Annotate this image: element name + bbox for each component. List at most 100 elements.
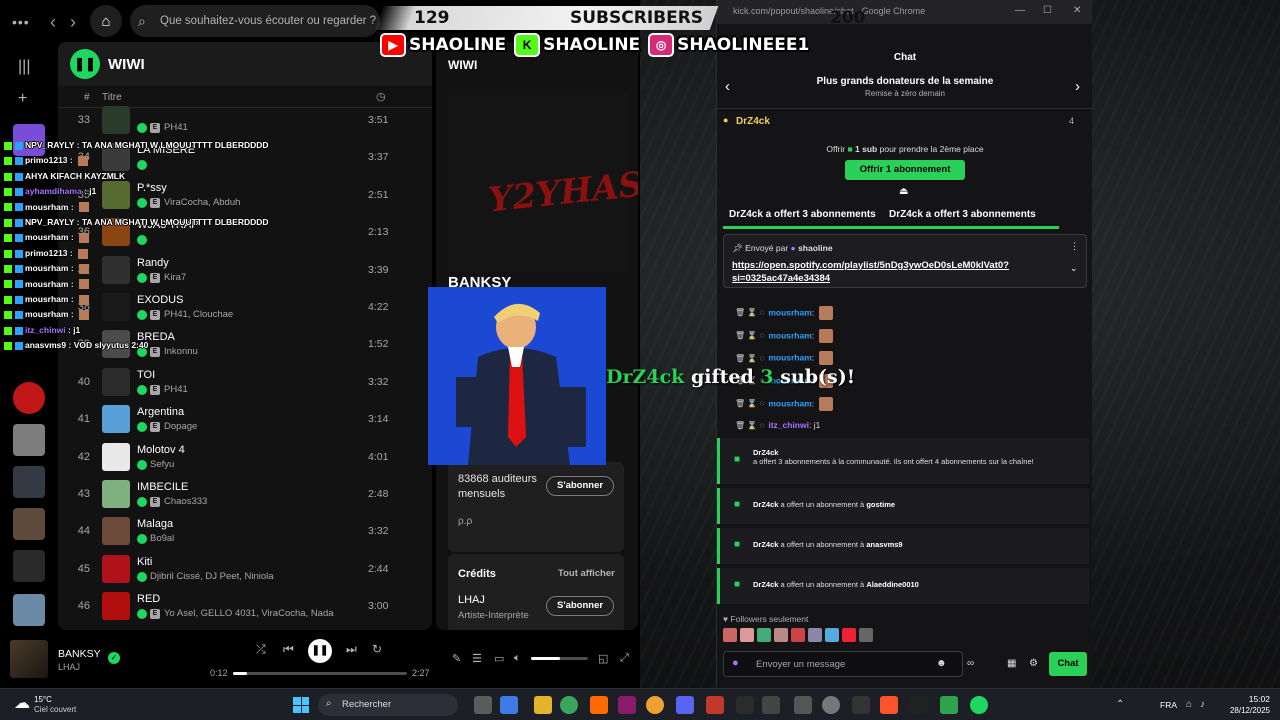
spotify-icon[interactable] xyxy=(970,696,988,714)
track-title[interactable]: Malaga xyxy=(137,518,173,530)
gift-sub-button[interactable]: Offrir 1 abonnement xyxy=(845,160,965,180)
track-title[interactable]: TOI xyxy=(137,369,155,381)
app-icon[interactable] xyxy=(940,696,958,714)
follow-artist-button[interactable]: S'abonner xyxy=(546,476,615,496)
pinned-user[interactable]: shaoline xyxy=(798,243,832,253)
track-artist[interactable]: Djibril Cissé, DJ Peet, Niniola xyxy=(150,571,274,582)
add-icon[interactable]: + xyxy=(18,90,27,108)
moderation-icons[interactable]: 🗑︎ ⌛ ◌ xyxy=(735,354,764,363)
brave-icon[interactable] xyxy=(880,696,898,714)
library-item[interactable] xyxy=(13,424,45,456)
pinned-link[interactable]: https://open.spotify.com/playlist/5nDg3y… xyxy=(732,259,1032,285)
track-title[interactable]: Molotov 4 xyxy=(137,444,185,456)
track-artist[interactable]: PH41 xyxy=(164,384,188,395)
emoji-icon[interactable]: ☻ xyxy=(936,658,947,669)
lyrics-icon[interactable]: ✎ xyxy=(452,652,461,665)
library-item[interactable] xyxy=(13,594,45,626)
taskbar-search[interactable]: ⌕ Rechercher xyxy=(318,694,458,716)
follow-credit-button[interactable]: S'abonner xyxy=(546,596,615,616)
volume-icon[interactable]: 🔈︎ xyxy=(514,652,521,665)
track-title[interactable]: IMBECILE xyxy=(137,481,188,493)
chrome-icon[interactable] xyxy=(560,696,578,714)
track-title[interactable]: EXODUS xyxy=(137,294,183,306)
emote[interactable] xyxy=(791,628,805,642)
minimize-icon[interactable]: — xyxy=(1015,5,1025,16)
app-icon[interactable] xyxy=(618,696,636,714)
track-row[interactable]: 42 Molotov 4 Sefyu 4:01 xyxy=(58,439,432,476)
moderation-icons[interactable]: 🗑︎ ⌛ ◌ xyxy=(735,399,764,408)
track-title[interactable]: Argentina xyxy=(137,406,184,418)
expand-icon[interactable]: ⌄ xyxy=(1070,263,1078,274)
track-row[interactable]: 33 E PH41 3:51 xyxy=(58,102,432,139)
track-title[interactable]: RED xyxy=(137,593,160,605)
track-row[interactable]: 46 RED E Yo Asel, GELLO 4031, ViraCocha, Na… xyxy=(58,588,432,625)
weather-icon[interactable]: ☁ xyxy=(14,693,30,713)
copilot-icon[interactable] xyxy=(500,696,518,714)
track-artist[interactable]: Kira7 xyxy=(164,272,186,283)
gift-user[interactable]: DrZ4ck xyxy=(753,448,778,457)
now-playing-art[interactable] xyxy=(10,640,48,678)
more-icon[interactable]: ⋮ xyxy=(1070,241,1079,252)
app-icon[interactable] xyxy=(794,696,812,714)
search-input[interactable]: ⌕ Que souhaitez-vous écouter ou regarder… xyxy=(130,5,380,37)
emote[interactable] xyxy=(723,628,737,642)
chat-username[interactable]: mousrham xyxy=(768,353,811,363)
library-item[interactable] xyxy=(13,508,45,540)
emote[interactable] xyxy=(774,628,788,642)
clock-time[interactable]: 15:02 xyxy=(1218,694,1270,704)
progress-bar[interactable] xyxy=(233,672,407,675)
volume-slider[interactable] xyxy=(531,657,588,660)
show-all-link[interactable]: Tout afficher xyxy=(558,568,615,579)
track-row[interactable]: 41 Argentina E Dopage 3:14 xyxy=(58,401,432,438)
track-row[interactable]: 44 Malaga Bo9al 3:32 xyxy=(58,513,432,550)
track-title[interactable]: Randy xyxy=(137,257,169,269)
gift-user[interactable]: DrZ4ck xyxy=(753,500,778,509)
track-row[interactable]: 38 EXODUS E PH41, Clouchae 4:22 xyxy=(58,289,432,326)
fullscreen-icon[interactable]: ⤢ xyxy=(620,652,629,665)
menu-dots-icon[interactable]: ••• xyxy=(12,14,30,30)
track-artist[interactable]: Sefyu xyxy=(150,459,174,470)
moderation-icons[interactable]: 🗑︎ ⌛ ◌ xyxy=(735,308,764,317)
emote[interactable] xyxy=(842,628,856,642)
track-artist[interactable]: PH41 xyxy=(164,122,188,133)
devices-icon[interactable]: ▭ xyxy=(494,652,504,665)
track-row[interactable]: 40 TOI E PH41 3:32 xyxy=(58,364,432,401)
track-row[interactable]: 37RandyEKira73:39 xyxy=(58,252,432,289)
network-icon[interactable]: ⌂ xyxy=(1186,699,1192,710)
app-icon[interactable] xyxy=(910,696,928,714)
firefox-icon[interactable] xyxy=(646,696,664,714)
playlist-pause-button[interactable]: ❚❚ xyxy=(70,49,100,79)
tray-expand-icon[interactable]: ⌃ xyxy=(1116,699,1124,710)
emote[interactable] xyxy=(757,628,771,642)
home-button[interactable]: ⌂ xyxy=(90,5,122,37)
now-playing-title[interactable]: BANKSY xyxy=(58,648,101,660)
credit-name[interactable]: LHAJ xyxy=(458,594,485,606)
previous-icon[interactable]: ⏮ xyxy=(283,642,294,657)
app-icon[interactable] xyxy=(736,696,754,714)
saved-check-icon[interactable]: ✓ xyxy=(108,652,120,664)
gift-user[interactable]: DrZ4ck xyxy=(753,540,778,549)
top-donor-name[interactable]: DrZ4ck xyxy=(736,116,770,127)
clock-date[interactable]: 28/12/2025 xyxy=(1218,706,1270,715)
close-icon[interactable]: ✕ xyxy=(1073,5,1081,16)
emote[interactable] xyxy=(808,628,822,642)
app-icon[interactable] xyxy=(706,696,724,714)
track-title[interactable]: P.*ssy xyxy=(137,182,167,194)
track-artist[interactable]: Yo Asel, GELLO 4031, ViraCocha, Nada xyxy=(164,608,334,619)
app-icon[interactable] xyxy=(590,696,608,714)
library-item[interactable] xyxy=(13,382,45,414)
chevron-right-icon[interactable]: › xyxy=(1075,78,1080,95)
chat-username[interactable]: itz_chinwi xyxy=(768,420,809,430)
back-icon[interactable]: ‹ xyxy=(50,12,56,33)
forward-icon[interactable]: › xyxy=(70,12,76,33)
library-icon[interactable]: ||| xyxy=(18,58,30,76)
settings-icon[interactable]: ⚙ xyxy=(1029,658,1038,669)
app-icon[interactable] xyxy=(762,696,780,714)
start-button[interactable] xyxy=(293,697,309,713)
send-chat-button[interactable]: Chat xyxy=(1049,652,1087,676)
chat-username[interactable]: mousrham xyxy=(768,307,811,317)
shuffle-icon[interactable]: ⤮ xyxy=(256,642,266,657)
now-playing-artist[interactable]: LHAJ xyxy=(58,662,80,672)
chat-input[interactable]: ● Envoyer un message ☻ xyxy=(723,651,963,677)
track-row[interactable]: 43 IMBECILE E Chaos333 2:48 xyxy=(58,476,432,513)
